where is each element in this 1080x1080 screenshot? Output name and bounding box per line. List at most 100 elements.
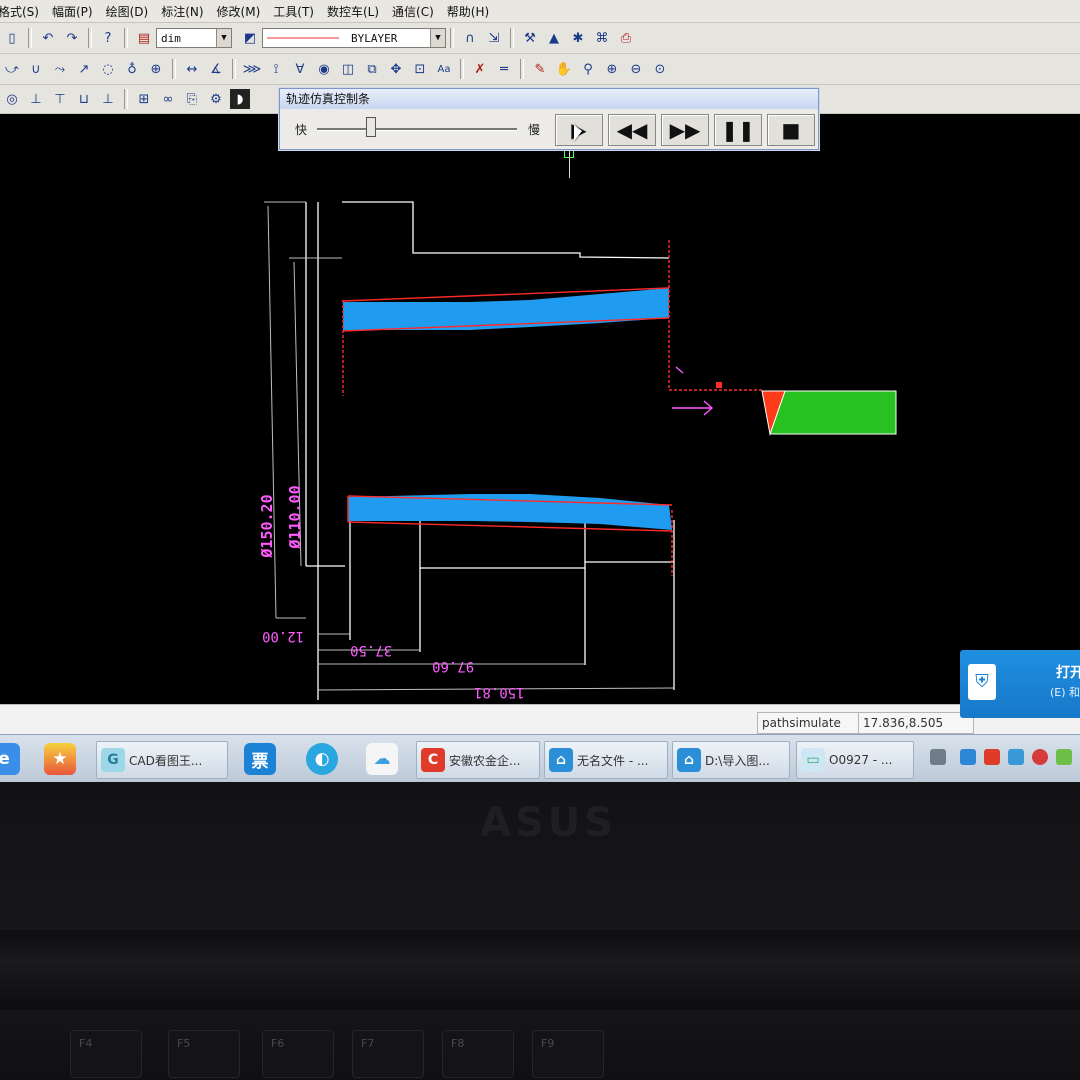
c-app-icon[interactable]: [984, 749, 1000, 765]
fast-forward-button[interactable]: ▶▶: [661, 114, 709, 146]
chamfer-icon[interactable]: ∀: [290, 59, 310, 79]
menu-format[interactable]: 格式(S): [0, 3, 46, 20]
usb-icon[interactable]: [960, 749, 976, 765]
menu-communication[interactable]: 通信(C): [386, 3, 441, 20]
key-f8: F8: [442, 1030, 514, 1078]
menu-help[interactable]: 帮助(H): [441, 3, 496, 20]
ticket-app-icon[interactable]: 票: [244, 743, 276, 775]
task-untitled[interactable]: ⌂ 无名文件 - ...: [544, 741, 668, 779]
mirror-icon[interactable]: ◫: [338, 59, 358, 79]
path-sim-control-bar[interactable]: 轨迹仿真控制条 快 慢 ▶ ◀◀ ▶▶ ❚❚ ■: [279, 88, 819, 150]
chevron-down-icon[interactable]: ▼: [216, 29, 231, 47]
ellipse-icon[interactable]: ♁: [122, 59, 142, 79]
thread-icon[interactable]: ⊞: [134, 89, 154, 109]
trim-icon[interactable]: ⋙: [242, 59, 262, 79]
drill-icon[interactable]: ⊥: [98, 89, 118, 109]
ie-icon[interactable]: e: [0, 743, 20, 775]
menu-dimension[interactable]: 标注(N): [155, 3, 210, 20]
help-icon[interactable]: ?: [98, 28, 118, 48]
layer-manager-icon[interactable]: ▤: [134, 28, 154, 48]
circle-icon[interactable]: ◌: [98, 59, 118, 79]
usb-shield-icon: ⛨: [968, 664, 996, 700]
speed-slider-thumb[interactable]: [366, 117, 376, 137]
menu-draw[interactable]: 绘图(D): [100, 3, 156, 20]
zoom-all-icon[interactable]: ⊙: [650, 59, 670, 79]
text-icon[interactable]: Aa: [434, 59, 454, 79]
pick-icon[interactable]: ▲: [544, 28, 564, 48]
drawing-canvas[interactable]: Ø150.20 Ø110.00 12.00 37.50 97.60 150.81: [0, 114, 1080, 704]
undo-icon[interactable]: ↶: [38, 28, 58, 48]
move-icon[interactable]: ✥: [386, 59, 406, 79]
key-f6: F6: [262, 1030, 334, 1078]
angular-dim-icon[interactable]: ∡: [206, 59, 226, 79]
scale-icon[interactable]: ⊡: [410, 59, 430, 79]
system-tray: [920, 739, 1080, 779]
print-icon[interactable]: ⎙: [616, 28, 636, 48]
fast-label: 快: [295, 123, 308, 137]
c-app-icon[interactable]: [1032, 749, 1048, 765]
network-icon[interactable]: [1056, 749, 1072, 765]
line-icon[interactable]: ⤻: [2, 59, 22, 79]
color-icon[interactable]: ◩: [240, 28, 260, 48]
menu-sheet[interactable]: 幅面(P): [46, 3, 100, 20]
task-cad-viewer[interactable]: G CAD看图王...: [96, 741, 228, 779]
code-icon[interactable]: ⎘: [182, 89, 202, 109]
pencil-icon[interactable]: ✎: [530, 59, 550, 79]
toolbar-separator: [510, 28, 514, 48]
layer-select[interactable]: dim ▼: [156, 28, 232, 48]
array-icon[interactable]: ⧉: [362, 59, 382, 79]
standard-toolbar: ▯ ↶ ↷ ? ▤ dim ▼ ◩ BYLAYER ▼ ∩ ⇲ ⚒ ▲ ✱ ⌘ …: [0, 23, 1080, 54]
usb-notification[interactable]: ⛨ 打开 (E) 和: [960, 650, 1080, 718]
rect-icon[interactable]: ⊕: [146, 59, 166, 79]
break-icon[interactable]: ═: [494, 59, 514, 79]
menu-cnc-lathe[interactable]: 数控车(L): [321, 3, 386, 20]
spline-icon[interactable]: ⤳: [50, 59, 70, 79]
toolbar-separator: [450, 28, 454, 48]
cloud-app-icon[interactable]: ☁: [366, 743, 398, 775]
rewind-button[interactable]: ◀◀: [608, 114, 656, 146]
snap-icon[interactable]: ∩: [460, 28, 480, 48]
draw-toolbar: ⤻ ∪ ⤳ ↗ ◌ ♁ ⊕ ↔ ∡ ⋙ ⟟ ∀ ◉ ◫ ⧉ ✥ ⊡ Aa ✗ ═…: [0, 54, 1080, 85]
pause-button[interactable]: ❚❚: [714, 114, 762, 146]
keyboard-icon[interactable]: [930, 749, 946, 765]
menu-modify[interactable]: 修改(M): [211, 3, 268, 20]
ortho-icon[interactable]: ⇲: [484, 28, 504, 48]
sim-icon[interactable]: ◗: [230, 89, 250, 109]
star-app-icon[interactable]: ★: [44, 743, 76, 775]
redo-icon[interactable]: ↷: [62, 28, 82, 48]
sim-bar-body: 快 慢 ▶ ◀◀ ▶▶ ❚❚ ■: [280, 109, 818, 149]
finish-turn-icon[interactable]: ⊤: [50, 89, 70, 109]
task-label: CAD看图王...: [129, 753, 203, 768]
status-command: pathsimulate: [757, 712, 859, 734]
post-icon[interactable]: ⚙: [206, 89, 226, 109]
arc-icon[interactable]: ∪: [26, 59, 46, 79]
point-icon[interactable]: ↗: [74, 59, 94, 79]
groove-icon[interactable]: ⊔: [74, 89, 94, 109]
speed-slider-track[interactable]: [317, 128, 517, 131]
zoom-in-icon[interactable]: ⊕: [602, 59, 622, 79]
rough-turn-icon[interactable]: ⊥: [26, 89, 46, 109]
tool-lib-icon[interactable]: ∞: [158, 89, 178, 109]
browser-icon[interactable]: ◐: [306, 743, 338, 775]
zoom-window-icon[interactable]: ⚲: [578, 59, 598, 79]
fillet-icon[interactable]: ◉: [314, 59, 334, 79]
zoom-out-icon[interactable]: ⊖: [626, 59, 646, 79]
chevron-down-icon[interactable]: ▼: [430, 29, 445, 47]
task-o0927[interactable]: ▭ O0927 - ...: [796, 741, 914, 779]
extend-icon[interactable]: ⟟: [266, 59, 286, 79]
dim-12: 12.00: [262, 628, 305, 644]
pan-icon[interactable]: ✋: [554, 59, 574, 79]
task-import[interactable]: ⌂ D:\导入图...: [672, 741, 790, 779]
paste-icon[interactable]: ▯: [2, 28, 22, 48]
attribute-icon[interactable]: ✱: [568, 28, 588, 48]
match-icon[interactable]: ⌘: [592, 28, 612, 48]
origin-icon[interactable]: ◎: [2, 89, 22, 109]
task-bank[interactable]: C 安徽农金企...: [416, 741, 540, 779]
shield-icon[interactable]: [1008, 749, 1024, 765]
linear-dim-icon[interactable]: ↔: [182, 59, 202, 79]
stop-button[interactable]: ■: [767, 114, 815, 146]
layer-tools-icon[interactable]: ⚒: [520, 28, 540, 48]
erase-icon[interactable]: ✗: [470, 59, 490, 79]
linetype-select[interactable]: BYLAYER ▼: [262, 28, 446, 48]
menu-tools[interactable]: 工具(T): [267, 3, 321, 20]
